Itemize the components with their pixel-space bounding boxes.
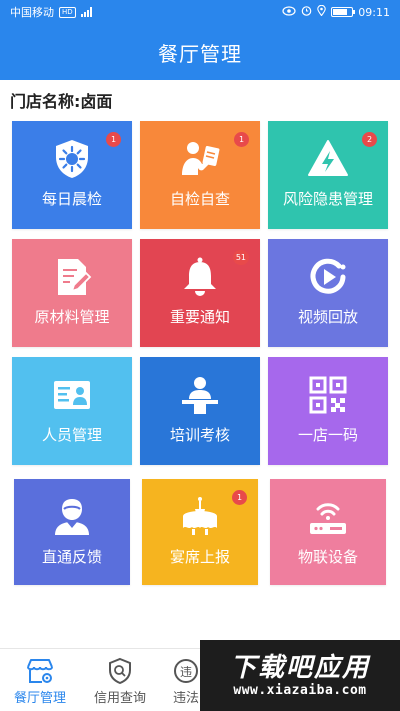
watermark: 下载吧应用 www.xiazaiba.com — [200, 640, 400, 711]
lecturer-icon — [140, 373, 260, 417]
notification-badge: 1 — [234, 132, 249, 147]
hd-icon: HD — [59, 6, 76, 18]
notification-badge: 51 — [232, 250, 249, 265]
watermark-url: www.xiazaiba.com — [233, 683, 367, 698]
tile-important-notice[interactable]: 51 重要通知 — [140, 239, 260, 347]
eye-icon — [282, 6, 296, 18]
page-title: 餐厅管理 — [158, 41, 242, 66]
tile-label: 重要通知 — [169, 308, 230, 326]
notification-badge: 1 — [232, 490, 247, 505]
svg-text:违: 违 — [180, 665, 192, 679]
signal-icon — [80, 7, 92, 17]
shield-search-icon — [107, 657, 133, 685]
nav-item-restaurant-management[interactable]: 餐厅管理 — [6, 649, 74, 711]
tile-label: 培训考核 — [169, 426, 230, 444]
tile-label: 原材料管理 — [34, 308, 110, 326]
tile-direct-feedback[interactable]: 直通反馈 — [14, 479, 130, 585]
router-icon — [270, 495, 386, 539]
violation-icon: 违 — [173, 657, 199, 685]
tile-label: 一店一码 — [297, 426, 358, 444]
alarm-icon — [301, 5, 312, 19]
tile-training-assessment[interactable]: 培训考核 — [140, 357, 260, 465]
notification-badge: 1 — [106, 132, 121, 147]
user-feedback-icon — [14, 495, 130, 539]
status-left: 中国移动 HD — [10, 4, 92, 20]
tile-label: 物联设备 — [297, 548, 358, 566]
tile-label: 直通反馈 — [41, 548, 102, 566]
tile-label: 风险隐患管理 — [282, 190, 373, 208]
tile-label: 自检自查 — [169, 190, 230, 208]
tile-label: 人员管理 — [41, 426, 102, 444]
status-time: 09:11 — [358, 5, 390, 19]
app-header: 餐厅管理 — [0, 24, 400, 80]
tile-iot-devices[interactable]: 物联设备 — [270, 479, 386, 585]
status-bar: 中国移动 HD 09:11 — [0, 0, 400, 24]
nav-label: 餐厅管理 — [13, 691, 66, 706]
tile-label: 视频回放 — [297, 308, 358, 326]
tile-self-inspection[interactable]: 1 自检自查 — [140, 121, 260, 229]
tile-label: 每日晨检 — [41, 190, 102, 208]
tile-risk-management[interactable]: 2 风险隐患管理 — [268, 121, 388, 229]
watermark-title: 下载吧应用 — [229, 653, 370, 683]
replay-icon — [268, 255, 388, 299]
nav-label: 违法 — [172, 691, 199, 706]
tile-raw-material-management[interactable]: 原材料管理 — [12, 239, 132, 347]
nav-label: 信用查询 — [93, 691, 146, 706]
nav-item-credit-query[interactable]: 信用查询 — [86, 649, 154, 711]
battery-icon — [331, 7, 356, 17]
notification-badge: 2 — [362, 132, 377, 147]
status-right: 09:11 — [282, 4, 390, 19]
store-gear-icon — [25, 657, 55, 685]
tile-personnel-management[interactable]: 人员管理 — [12, 357, 132, 465]
location-icon — [317, 4, 327, 19]
store-name: 门店名称:卤面 — [10, 92, 113, 111]
tile-one-store-one-code[interactable]: 一店一码 — [268, 357, 388, 465]
tile-label: 宴席上报 — [169, 548, 230, 566]
tile-daily-morning-check[interactable]: 1 每日晨检 — [12, 121, 132, 229]
tile-video-playback[interactable]: 视频回放 — [268, 239, 388, 347]
document-edit-icon — [12, 255, 132, 299]
id-card-icon — [12, 373, 132, 417]
tile-banquet-report[interactable]: 1 宴席上报 — [142, 479, 258, 585]
carrier-text: 中国移动 — [10, 6, 54, 19]
qr-code-icon — [268, 373, 388, 417]
